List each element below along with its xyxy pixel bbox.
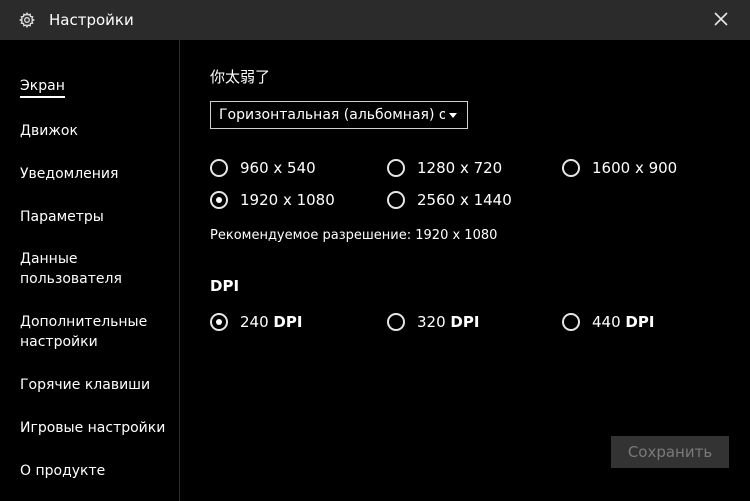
sidebar-item-screen[interactable]: Экран xyxy=(20,76,65,98)
close-icon[interactable] xyxy=(712,10,730,28)
dpi-unit: DPI xyxy=(273,313,303,331)
radio-circle xyxy=(562,159,580,177)
sidebar-item-notifications[interactable]: Уведомления xyxy=(20,164,118,184)
page-heading: 你太弱了 xyxy=(210,68,271,86)
sidebar-item-user-data[interactable]: Данные пользователя xyxy=(20,249,122,289)
sidebar-item-parameters[interactable]: Параметры xyxy=(20,207,104,227)
sidebar-item-game-settings[interactable]: Игровые настройки xyxy=(20,418,165,438)
sidebar-item-label: Экран xyxy=(20,78,65,98)
radio-label: 1600 x 900 xyxy=(592,159,678,177)
radio-circle xyxy=(210,159,228,177)
radio-label: 1920 x 1080 xyxy=(240,191,335,209)
radio-circle xyxy=(387,159,405,177)
sidebar-item-hotkeys[interactable]: Горячие клавиши xyxy=(20,375,150,395)
dpi-unit: DPI xyxy=(450,313,480,331)
radio-label: 320 DPI xyxy=(417,313,479,331)
dpi-section-title: DPI xyxy=(210,277,240,295)
radio-circle xyxy=(562,313,580,331)
radio-label: 1280 x 720 xyxy=(417,159,503,177)
radio-circle xyxy=(210,313,228,331)
sidebar-item-advanced-settings[interactable]: Дополнительные настройки xyxy=(20,312,147,352)
radio-circle xyxy=(387,313,405,331)
orientation-select[interactable]: Горизонтальная (альбомная) ори xyxy=(210,101,468,129)
radio-label: 960 x 540 xyxy=(240,159,316,177)
orientation-select-value: Горизонтальная (альбомная) ори xyxy=(219,107,445,123)
title-bar: Настройки xyxy=(0,0,750,40)
chevron-down-icon xyxy=(449,113,457,118)
radio-circle xyxy=(210,191,228,209)
save-button[interactable]: Сохранить xyxy=(611,436,729,468)
radio-label: 440 DPI xyxy=(592,313,654,331)
radio-label: 2560 x 1440 xyxy=(417,191,512,209)
sidebar-item-engine[interactable]: Движок xyxy=(20,121,78,141)
main-panel: 你太弱了 Горизонтальная (альбомная) ори 960 … xyxy=(180,40,750,501)
sidebar: Экран Движок Уведомления Параметры Данны… xyxy=(0,40,180,501)
sidebar-item-about[interactable]: О продукте xyxy=(20,461,105,481)
window-title: Настройки xyxy=(49,11,134,29)
dpi-value: 240 xyxy=(240,313,269,331)
dpi-value: 320 xyxy=(417,313,446,331)
gear-icon xyxy=(19,12,35,28)
radio-circle xyxy=(387,191,405,209)
dpi-unit: DPI xyxy=(625,313,655,331)
radio-label: 240 DPI xyxy=(240,313,302,331)
recommended-resolution-note: Рекомендуемое разрешение: 1920 x 1080 xyxy=(210,228,498,243)
dpi-value: 440 xyxy=(592,313,621,331)
